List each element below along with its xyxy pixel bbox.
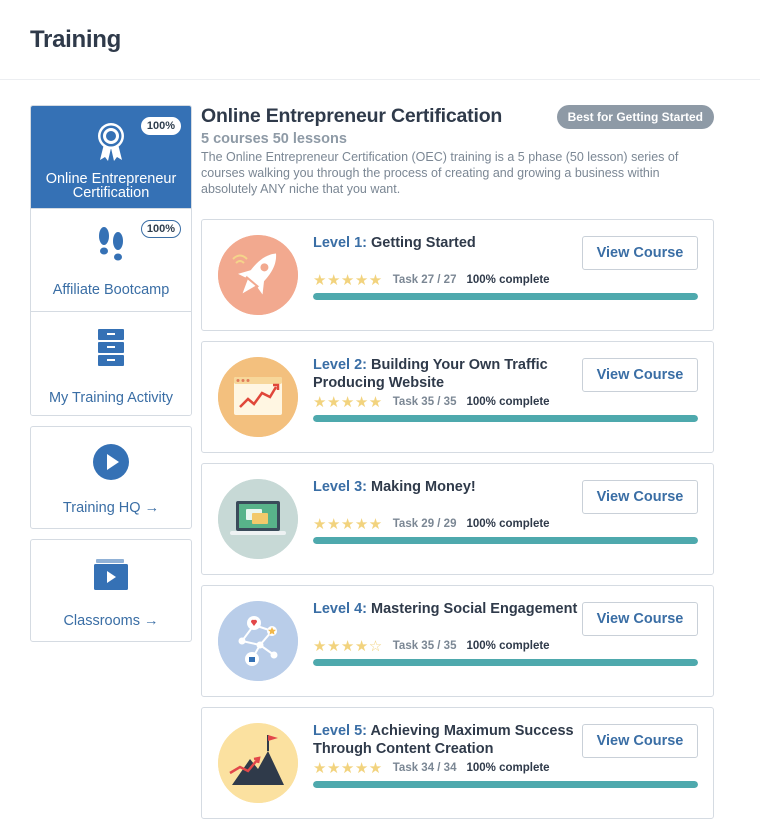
rating-stars: ★★★★★	[313, 393, 383, 411]
rocket-icon	[218, 235, 298, 315]
course-level: Level 1:	[313, 235, 367, 251]
course-stats: ★★★★☆ Task 35 / 35 100% complete	[313, 638, 550, 654]
course-card-level-3: Level 3: Making Money! ★★★★★ Task 29 / 2…	[201, 463, 714, 575]
progress-bar	[313, 293, 698, 300]
course-title: Level 5: Achieving Maximum Success Throu…	[313, 722, 583, 758]
course-name: Mastering Social Engagement	[371, 601, 578, 617]
sidebar-item-online-entrepreneur-certification[interactable]: 100% Online Entrepreneur Certification	[31, 106, 191, 209]
best-badge: Best for Getting Started	[556, 105, 714, 129]
view-course-button[interactable]: View Course	[582, 480, 698, 514]
sidebar-item-label: My Training Activity	[48, 390, 174, 406]
course-stats: ★★★★★ Task 35 / 35 100% complete	[313, 394, 550, 410]
certification-header: Online Entrepreneur Certification Best f…	[201, 105, 714, 219]
sidebar-item-label: Online Entrepreneur Certification	[45, 171, 177, 201]
course-level: Level 4:	[313, 601, 367, 617]
view-course-button[interactable]: View Course	[582, 358, 698, 392]
rating-stars: ★★★★★	[313, 271, 383, 289]
award-ribbon-icon	[31, 122, 191, 161]
progress-fill	[313, 781, 698, 788]
footprints-icon	[31, 225, 191, 263]
sidebar-item-classrooms[interactable]: Classrooms →	[30, 539, 192, 642]
sidebar-item-training-hq[interactable]: Training HQ →	[30, 426, 192, 529]
play-circle-icon	[31, 443, 191, 481]
view-course-button[interactable]: View Course	[582, 724, 698, 758]
top-bar: Training	[0, 0, 760, 80]
completion-text: 100% complete	[466, 518, 550, 530]
sidebar: 100% Online Entrepreneur Certification 1…	[30, 105, 192, 642]
sidebar-item-label: Training HQ →	[62, 500, 160, 516]
certification-description: The Online Entrepreneur Certification (O…	[201, 150, 679, 196]
completion-text: 100% complete	[466, 762, 550, 774]
sidebar-item-affiliate-bootcamp[interactable]: 100% Affiliate Bootcamp	[31, 209, 191, 312]
progress-fill	[313, 293, 698, 300]
course-level: Level 5:	[313, 723, 367, 739]
task-count: Task 35 / 35	[392, 396, 457, 408]
laptop-payment-icon	[218, 479, 298, 559]
task-count: Task 35 / 35	[392, 640, 457, 652]
file-cabinet-icon	[31, 328, 191, 366]
course-level: Level 2:	[313, 357, 367, 373]
course-stats: ★★★★★ Task 27 / 27 100% complete	[313, 272, 550, 288]
course-stats: ★★★★★ Task 34 / 34 100% complete	[313, 760, 550, 776]
sidebar-item-my-training-activity[interactable]: My Training Activity	[31, 312, 191, 415]
course-title: Level 1: Getting Started	[313, 234, 583, 252]
progress-fill	[313, 659, 698, 666]
course-card-level-4: Level 4: Mastering Social Engagement ★★★…	[201, 585, 714, 697]
view-course-button[interactable]: View Course	[582, 236, 698, 270]
progress-bar	[313, 537, 698, 544]
course-name: Making Money!	[371, 479, 476, 495]
course-name: Getting Started	[371, 235, 476, 251]
page-title: Training	[30, 26, 121, 53]
website-chart-icon	[218, 357, 298, 437]
progress-bar	[313, 415, 698, 422]
rating-stars: ★★★★★	[313, 515, 383, 533]
mountain-flag-icon	[218, 723, 298, 803]
course-title: Level 2: Building Your Own Traffic Produ…	[313, 356, 583, 392]
task-count: Task 34 / 34	[392, 762, 457, 774]
rating-stars: ★★★★★	[313, 759, 383, 777]
course-card-level-1: Level 1: Getting Started ★★★★★ Task 27 /…	[201, 219, 714, 331]
progress-fill	[313, 537, 698, 544]
sidebar-item-label: Affiliate Bootcamp	[52, 282, 170, 298]
progress-bar	[313, 659, 698, 666]
completion-text: 100% complete	[466, 640, 550, 652]
course-card-level-5: Level 5: Achieving Maximum Success Throu…	[201, 707, 714, 819]
task-count: Task 29 / 29	[392, 518, 457, 530]
task-count: Task 27 / 27	[392, 274, 457, 286]
course-title: Level 3: Making Money!	[313, 478, 583, 496]
course-title: Level 4: Mastering Social Engagement	[313, 600, 583, 618]
social-network-icon	[218, 601, 298, 681]
view-course-button[interactable]: View Course	[582, 602, 698, 636]
main-panel: Online Entrepreneur Certification Best f…	[201, 105, 714, 829]
course-stats: ★★★★★ Task 29 / 29 100% complete	[313, 516, 550, 532]
video-folder-icon	[31, 556, 191, 594]
course-level: Level 3:	[313, 479, 367, 495]
rating-stars: ★★★★☆	[313, 637, 383, 655]
completion-text: 100% complete	[466, 396, 550, 408]
course-card-level-2: Level 2: Building Your Own Traffic Produ…	[201, 341, 714, 453]
progress-fill	[313, 415, 698, 422]
certification-subtitle: 5 courses 50 lessons	[201, 131, 347, 147]
progress-bar	[313, 781, 698, 788]
sidebar-item-label: Classrooms →	[63, 613, 159, 629]
completion-text: 100% complete	[466, 274, 550, 286]
sidebar-group: 100% Online Entrepreneur Certification 1…	[30, 105, 192, 416]
